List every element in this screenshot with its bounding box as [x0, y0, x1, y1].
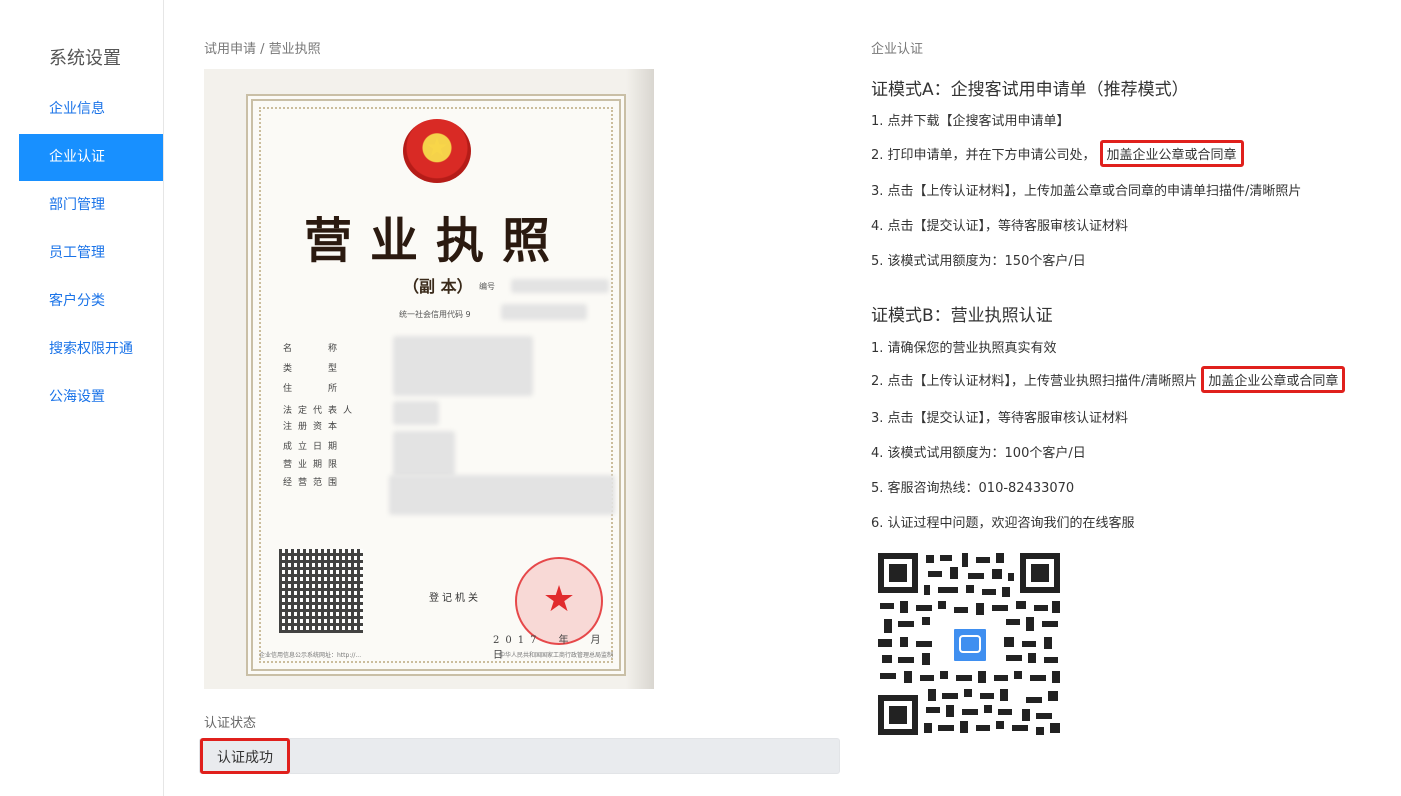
sidebar-item-company-info[interactable]: 企业信息	[19, 86, 163, 133]
section-header: 企业认证	[871, 42, 924, 57]
field-name: 名 称	[283, 344, 344, 354]
mode-b-step-6: 6. 认证过程中问题，欢迎咨询我们的在线客服	[871, 516, 1135, 531]
license-footer-right: 中华人民共和国国家工商行政管理总局监制	[498, 652, 613, 659]
breadcrumb: 试用申请 / 营业执照	[204, 42, 321, 57]
mode-a-step-4: 4. 点击【提交认证】，等待客服审核认证材料	[871, 219, 1129, 234]
license-subtitle: （副 本）	[403, 277, 473, 296]
customer-service-qr-code	[876, 551, 1062, 737]
status-value: 认证成功	[200, 738, 290, 774]
chat-bubble-icon	[951, 626, 989, 664]
mode-a-step-3: 3. 点击【上传认证材料】，上传加盖公章或合同章的申请单扫描件/清晰照片	[871, 184, 1302, 199]
sidebar-item-departments[interactable]: 部门管理	[19, 182, 163, 229]
national-emblem-icon: ★	[403, 119, 471, 183]
status-field: 认证成功	[199, 738, 840, 774]
redacted-info-1	[393, 336, 533, 396]
registration-authority-label: 登记机关	[429, 593, 481, 604]
redacted-code	[501, 304, 587, 320]
mode-b-step-3: 3. 点击【提交认证】，等待客服审核认证材料	[871, 411, 1129, 426]
field-established: 成立日期	[283, 442, 344, 452]
field-scope: 经营范围	[283, 478, 344, 488]
redacted-info-3	[393, 431, 455, 477]
field-type: 类 型	[283, 364, 344, 374]
redacted-info-2	[393, 401, 439, 425]
mode-b-step-1: 1. 请确保您的营业执照真实有效	[871, 341, 1057, 356]
field-capital: 注册资本	[283, 422, 344, 432]
field-address: 住 所	[283, 384, 344, 394]
sidebar-nav: 企业信息 企业认证 部门管理 员工管理 客户分类 搜索权限开通 公海设置	[19, 86, 163, 422]
redacted-number	[511, 279, 609, 293]
license-number-label: 编号	[479, 282, 495, 291]
mode-a-step-1[interactable]: 1. 点并下载【企搜客试用申请单】	[871, 110, 1070, 129]
license-code-label: 统一社会信用代码 9	[399, 310, 471, 319]
mode-a-step-5: 5. 该模式试用额度为：150个客户/日	[871, 254, 1086, 269]
field-legal-rep: 法定代表人	[283, 406, 359, 416]
mode-a-title: 证模式A：企搜客试用申请单（推荐模式）	[871, 80, 1189, 100]
license-footer-left: 企业信用信息公示系统网址：http://...	[259, 652, 362, 659]
mode-b-step-4: 4. 该模式试用额度为：100个客户/日	[871, 446, 1086, 461]
sidebar-item-public-pool[interactable]: 公海设置	[19, 374, 163, 421]
sidebar-item-employees[interactable]: 员工管理	[19, 230, 163, 277]
license-paper: ★ 营业执照 （副 本） 编号 统一社会信用代码 9 名 称 类 型 住 所 法…	[246, 94, 626, 676]
sidebar-item-customer-categories[interactable]: 客户分类	[19, 278, 163, 325]
business-license-image[interactable]: ★ 营业执照 （副 本） 编号 统一社会信用代码 9 名 称 类 型 住 所 法…	[204, 69, 654, 689]
mode-b-step-2: 2. 点击【上传认证材料】，上传营业执照扫描件/清晰照片 加盖企业公章或合同章	[871, 366, 1346, 393]
sidebar: 系统设置 企业信息 企业认证 部门管理 员工管理 客户分类 搜索权限开通 公海设…	[0, 0, 164, 796]
redacted-info-4	[389, 475, 615, 515]
field-term: 营业期限	[283, 460, 344, 470]
mode-b-step-2-highlight: 加盖企业公章或合同章	[1201, 366, 1346, 393]
license-qr-code	[279, 549, 363, 633]
sidebar-title: 系统设置	[49, 48, 121, 69]
license-title: 营业执照	[303, 213, 568, 269]
mode-a-step-2: 2. 打印申请单，并在下方申请公司处， 加盖企业公章或合同章	[871, 140, 1244, 167]
mode-b-step-5: 5. 客服咨询热线：010-82433070	[871, 481, 1075, 496]
sidebar-item-search-permissions[interactable]: 搜索权限开通	[19, 326, 163, 373]
status-label: 认证状态	[204, 716, 257, 731]
mode-a-step-2-highlight: 加盖企业公章或合同章	[1099, 140, 1244, 167]
mode-b-title: 证模式B：营业执照认证	[871, 306, 1053, 326]
sidebar-item-company-verification[interactable]: 企业认证	[19, 134, 163, 181]
license-scan-shadow	[626, 69, 654, 689]
